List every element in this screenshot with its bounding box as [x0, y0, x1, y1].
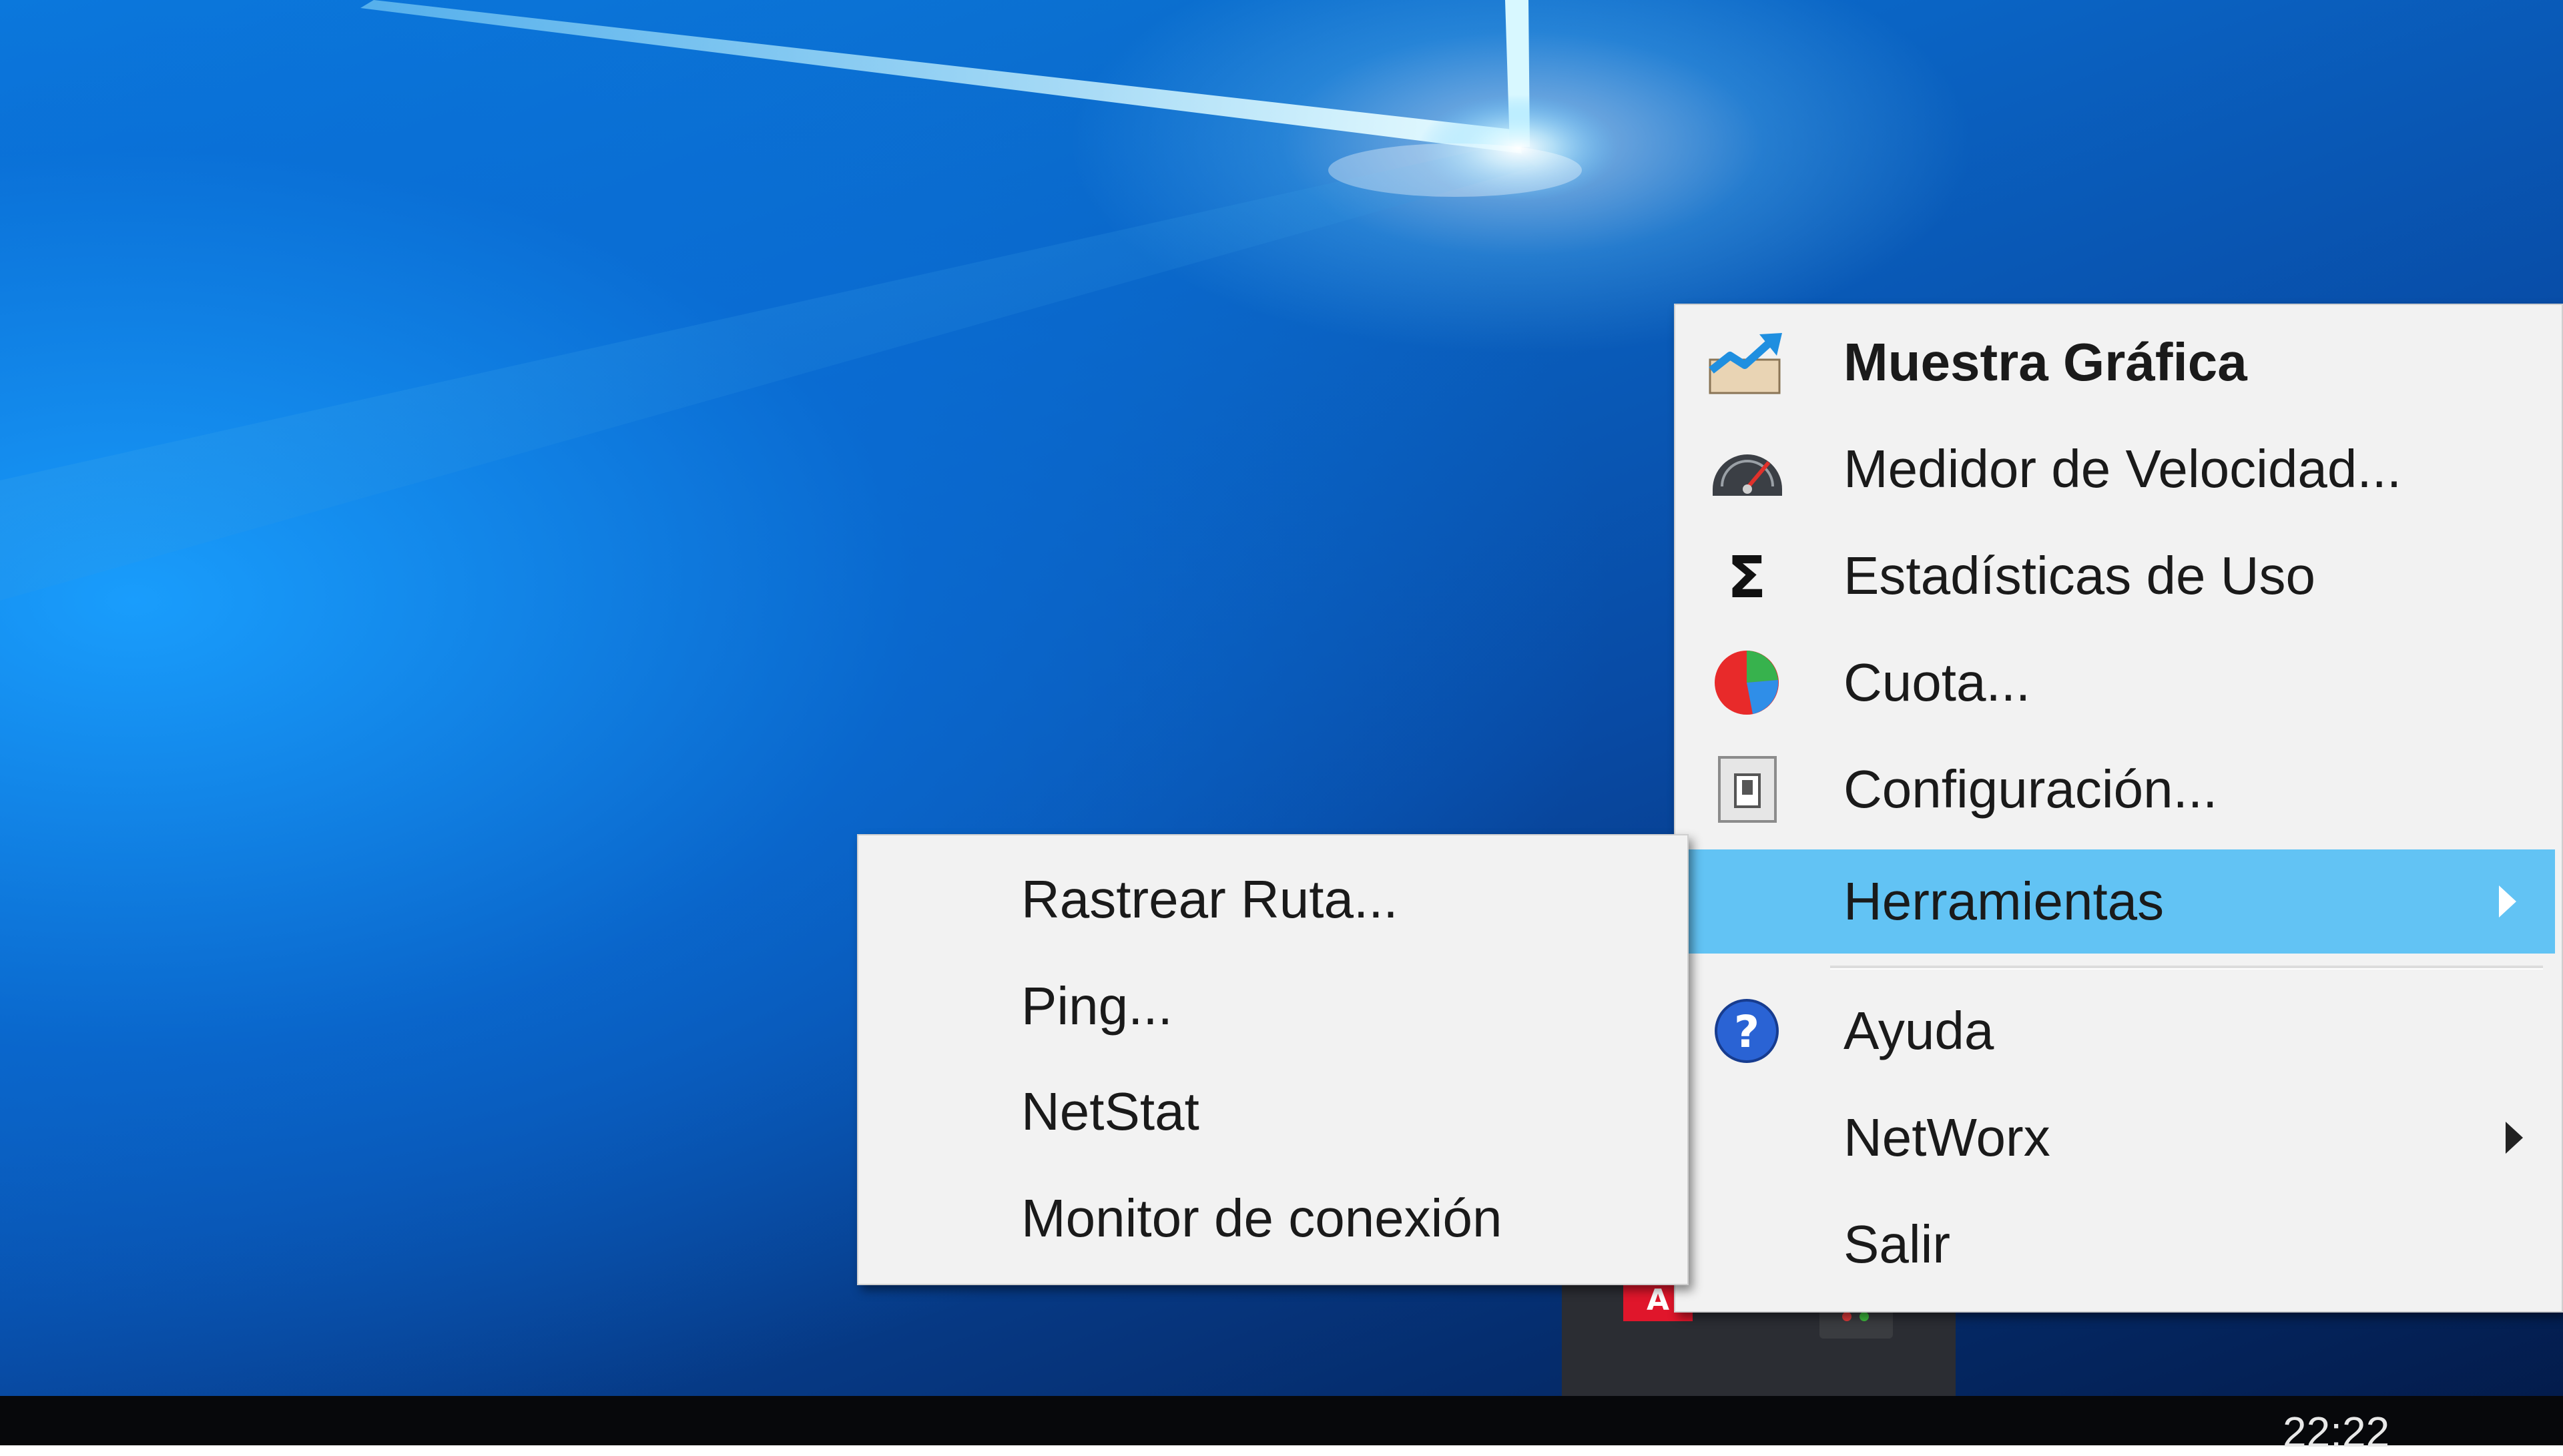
taskbar-clock[interactable]: 22:22: [2283, 1411, 2389, 1453]
submenu-arrow-icon: [2506, 1122, 2523, 1154]
chart-icon: [1709, 333, 1782, 394]
menu-item-herramientas[interactable]: Herramientas: [1689, 849, 2555, 954]
pie-chart-icon: [1715, 651, 1779, 715]
sigma-icon: Σ: [1727, 544, 1767, 609]
menu-item-medidor-velocidad[interactable]: Medidor de Velocidad...: [1683, 417, 2562, 521]
help-icon: ?: [1715, 999, 1779, 1063]
menu-item-networx[interactable]: NetWorx: [1683, 1086, 2562, 1190]
submenu-item-netstat[interactable]: NetStat: [858, 1060, 1687, 1164]
traffic-led-icon: [1842, 1312, 1852, 1321]
menu-item-ayuda[interactable]: ? Ayuda: [1683, 979, 2562, 1083]
submenu-item-ping[interactable]: Ping...: [858, 954, 1687, 1058]
taskbar: [0, 1396, 2563, 1445]
submenu-item-rastrear-ruta[interactable]: Rastrear Ruta...: [858, 847, 1687, 952]
herramientas-submenu: Rastrear Ruta... Ping... NetStat Monitor…: [857, 834, 1689, 1285]
menu-item-cuota[interactable]: Cuota...: [1683, 631, 2562, 735]
networx-context-menu: Muestra Gráfica Medidor de Velocidad... …: [1674, 304, 2563, 1313]
svg-text:?: ?: [1734, 1006, 1759, 1058]
submenu-arrow-icon: [2499, 885, 2516, 918]
menu-item-estadisticas-uso[interactable]: Σ Estadísticas de Uso: [1683, 524, 2562, 628]
menu-item-muestra-grafica[interactable]: Muestra Gráfica: [1683, 310, 2562, 414]
settings-switch-icon: [1718, 756, 1777, 823]
traffic-led-icon: [1860, 1312, 1869, 1321]
menu-item-salir[interactable]: Salir: [1683, 1192, 2562, 1297]
menu-separator: [1830, 966, 2543, 970]
speedometer-icon: [1713, 454, 1782, 496]
menu-item-configuracion[interactable]: Configuración...: [1683, 737, 2562, 841]
submenu-item-monitor-conexion[interactable]: Monitor de conexión: [858, 1166, 1687, 1270]
svg-text:Σ: Σ: [1727, 544, 1767, 609]
